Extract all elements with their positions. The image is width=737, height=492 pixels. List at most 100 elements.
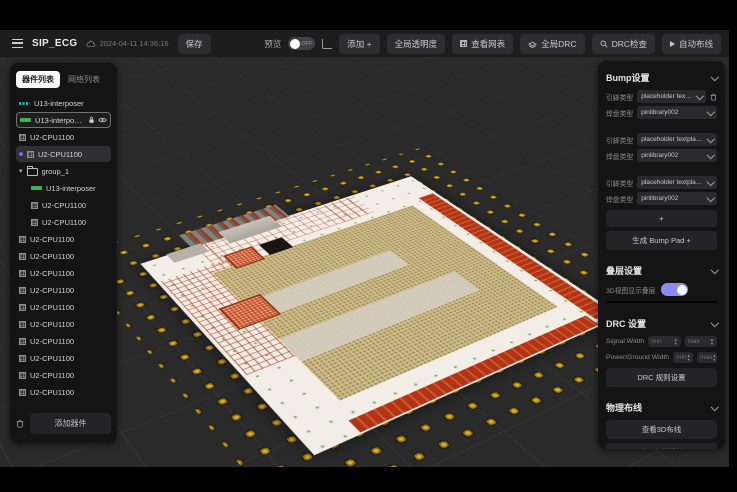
spinner-icon[interactable]: ▲▼ xyxy=(710,338,714,345)
list-item[interactable]: U2-CPU1100 xyxy=(16,265,111,281)
pin-type-select[interactable]: placeholder textplaceholder xyxy=(637,133,717,146)
enter-routing-module-button[interactable]: 进入布线模块 xyxy=(606,443,717,449)
delete-bump-group-button[interactable] xyxy=(710,93,717,101)
pad-type-select[interactable]: pinlibrary002 xyxy=(637,192,717,205)
item-label: U2-CPU1100 xyxy=(30,354,74,363)
tab-net-list[interactable]: 网络列表 xyxy=(62,71,106,88)
list-item[interactable]: ▾ group_1 xyxy=(16,163,111,179)
list-item[interactable]: U2-CPU1100 xyxy=(16,316,111,332)
tab-component-list[interactable]: 器件列表 xyxy=(16,71,60,88)
chip-icon xyxy=(19,338,26,345)
show-stack-toggle[interactable] xyxy=(661,283,688,296)
power-ground-width-row: Power/Ground Width min ▲▼ max ▲▼ xyxy=(606,352,717,363)
item-label: group_1 xyxy=(42,167,70,176)
item-label: U2-CPU1100 xyxy=(30,235,74,244)
pad-type-select[interactable]: pinlibrary002 xyxy=(637,106,717,119)
list-item[interactable]: U2-CPU1100 xyxy=(16,214,111,230)
drc-settings-header[interactable]: DRC 设置 xyxy=(606,314,717,334)
pin-type-label: 引脚类型 xyxy=(606,135,633,145)
bump-group-3: 引脚类型 placeholder textplaceholder 焊盘类型 pi… xyxy=(606,174,717,208)
interposer-green-icon xyxy=(20,118,31,122)
power-width-min-input[interactable]: min ▲▼ xyxy=(673,352,693,363)
item-label: U13-interposer xyxy=(46,184,96,193)
view-3d-routing-button[interactable]: 查看3D布线 xyxy=(606,420,717,439)
layer-settings-header[interactable]: 叠层设置 xyxy=(606,261,717,281)
list-item[interactable]: U2-CPU1100 xyxy=(16,197,111,213)
signal-width-max-input[interactable]: max ▲▼ xyxy=(685,336,717,347)
global-transparency-button[interactable]: 全局透明度 xyxy=(387,34,446,54)
list-item[interactable]: U2-CPU1100 xyxy=(16,384,111,400)
item-label: U2-CPU1100 xyxy=(30,388,74,397)
global-drc-button[interactable]: 全局DRC xyxy=(520,34,584,54)
caret-down-icon[interactable]: ▾ xyxy=(19,168,23,175)
chip-icon xyxy=(19,134,26,141)
trash-icon xyxy=(16,419,24,428)
list-item[interactable]: U2-CPU1100 xyxy=(16,231,111,247)
menu-icon[interactable] xyxy=(12,39,23,48)
bump-settings-header[interactable]: Bump设置 xyxy=(606,68,717,88)
physical-routing-header[interactable]: 物理布线 xyxy=(606,398,717,418)
spinner-icon[interactable]: ▲▼ xyxy=(687,354,691,361)
pad-type-label: 焊盘类型 xyxy=(606,194,633,204)
drc-check-button[interactable]: DRC检查 xyxy=(592,34,655,54)
signal-width-min-input[interactable]: min ▲▼ xyxy=(648,336,680,347)
cloud-icon xyxy=(86,40,96,48)
pin-type-select[interactable]: placeholder textplaceholder xyxy=(637,176,717,189)
list-item[interactable]: U13-interposer xyxy=(16,180,111,196)
pad-type-select[interactable]: pinlibrary002 xyxy=(637,149,717,162)
play-icon xyxy=(670,41,675,47)
preview-toggle[interactable]: OFF xyxy=(288,37,315,50)
list-item[interactable]: U2-CPU1100 xyxy=(16,282,111,298)
item-label: U13-interposer xyxy=(34,99,84,108)
spinner-icon[interactable]: ▲▼ xyxy=(712,354,716,361)
list-item[interactable]: U2-CPU1100 xyxy=(16,248,111,264)
component-panel: 器件列表 网络列表 U13-interposer U13-interposer xyxy=(10,63,117,443)
chip-icon xyxy=(27,151,34,158)
app-title: SIP_ECG xyxy=(32,38,77,49)
add-component-button[interactable]: 添加器件 xyxy=(30,413,111,434)
pin-type-label: 引脚类型 xyxy=(606,178,633,188)
chip-icon xyxy=(19,321,26,328)
interposer-green-icon xyxy=(31,186,42,190)
power-width-max-input[interactable]: max ▲▼ xyxy=(697,352,717,363)
list-item[interactable]: U13-interposer xyxy=(16,95,111,111)
generate-bump-pad-button[interactable]: 生成 Bump Pad + xyxy=(606,231,717,250)
layer-toggle-row: 3D视图显示叠层 xyxy=(606,283,717,296)
save-button[interactable]: 保存 xyxy=(178,34,211,54)
viewport-3d[interactable]: 器件列表 网络列表 U13-interposer U13-interposer xyxy=(0,57,729,467)
trash-icon xyxy=(710,93,717,101)
pad-type-label: 焊盘类型 xyxy=(606,151,633,161)
add-bump-group-button[interactable]: + xyxy=(606,210,717,227)
item-label: U2-CPU1100 xyxy=(38,150,82,159)
spinner-icon[interactable]: ▲▼ xyxy=(674,338,678,345)
delete-component-button[interactable] xyxy=(16,419,24,428)
list-item[interactable]: U2-CPU1100 xyxy=(16,299,111,315)
list-item[interactable]: U2-CPU1100 xyxy=(16,333,111,349)
item-label: U2-CPU1100 xyxy=(30,269,74,278)
chip-icon xyxy=(19,253,26,260)
list-item[interactable]: U2-CPU1100 xyxy=(16,367,111,383)
bump-group-1: 引脚类型 placeholder textplaceho... 焊盘类型 pin… xyxy=(606,88,717,122)
list-item[interactable]: U2-CPU1100 xyxy=(16,350,111,366)
drc-rules-button[interactable]: DRC 规则设置 xyxy=(606,368,717,387)
chevron-down-icon xyxy=(695,92,703,100)
layers-icon xyxy=(528,40,537,48)
list-item[interactable]: U2-CPU1100 xyxy=(16,146,111,162)
item-label: U2-CPU1100 xyxy=(30,320,74,329)
chip-icon xyxy=(19,355,26,362)
auto-route-button[interactable]: 自动布线 xyxy=(662,34,721,54)
pad-type-label: 焊盘类型 xyxy=(606,108,633,118)
chevron-down-icon xyxy=(706,151,714,159)
item-label: U2-CPU1100 xyxy=(42,201,86,210)
add-button[interactable]: 添加 + xyxy=(339,34,379,54)
eye-icon[interactable] xyxy=(98,117,107,123)
view-netlist-button[interactable]: 查看网表 xyxy=(452,34,513,54)
folder-icon xyxy=(27,168,38,176)
pin-type-select[interactable]: placeholder textplaceho... xyxy=(637,90,706,103)
signal-width-label: Signal Width xyxy=(606,338,644,345)
list-item[interactable]: U2-CPU1100 xyxy=(16,129,111,145)
chip-icon xyxy=(31,219,38,226)
measure-corner-icon[interactable] xyxy=(322,39,332,49)
list-item[interactable]: U13-interposer xyxy=(16,112,111,128)
lock-icon[interactable] xyxy=(88,116,95,124)
